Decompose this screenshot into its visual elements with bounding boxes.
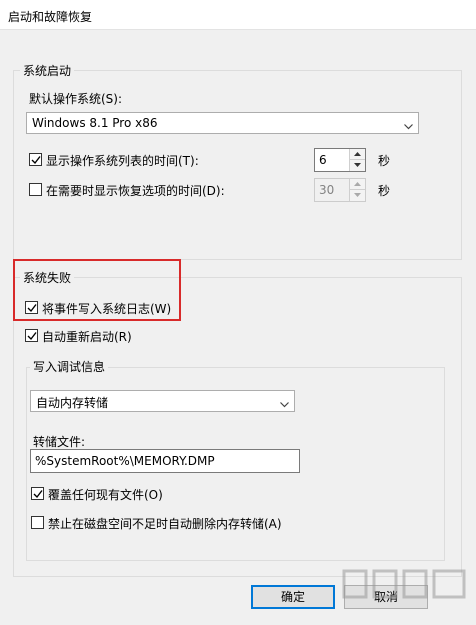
dump-type-value: 自动内存转储 xyxy=(36,396,109,410)
chevron-down-icon xyxy=(404,119,413,130)
show-recovery-value: 30 xyxy=(319,183,335,197)
overwrite-label: 覆盖任何现有文件(O) xyxy=(48,488,163,502)
dump-file-input[interactable]: %SystemRoot%\MEMORY.DMP xyxy=(30,449,300,473)
spin-up-button[interactable] xyxy=(350,149,365,160)
spin-up-button xyxy=(350,179,365,190)
chevron-down-icon xyxy=(280,397,289,408)
overwrite-checkbox-row[interactable]: 覆盖任何现有文件(O) xyxy=(31,486,191,502)
default-os-label: 默认操作系统(S): xyxy=(29,92,123,106)
auto-restart-checkbox[interactable] xyxy=(25,329,38,342)
dump-file-value: %SystemRoot%\MEMORY.DMP xyxy=(35,454,215,468)
watermark-logo xyxy=(340,565,470,623)
show-os-list-unit: 秒 xyxy=(378,154,391,168)
default-os-value: Windows 8.1 Pro x86 xyxy=(32,116,158,130)
show-os-list-checkbox[interactable] xyxy=(29,153,42,166)
title-bar: 启动和故障恢复 xyxy=(0,0,476,30)
disable-auto-delete-checkbox[interactable] xyxy=(31,516,44,529)
show-recovery-checkbox[interactable] xyxy=(29,183,42,196)
window-title: 启动和故障恢复 xyxy=(8,10,93,24)
show-recovery-label: 在需要时显示恢复选项的时间(D): xyxy=(46,184,225,198)
overwrite-checkbox[interactable] xyxy=(31,487,44,500)
disable-auto-delete-label: 禁止在磁盘空间不足时自动删除内存转储(A) xyxy=(48,517,282,531)
show-os-list-value[interactable]: 6 xyxy=(319,153,327,167)
dump-type-select[interactable]: 自动内存转储 xyxy=(30,390,295,412)
write-event-log-label: 将事件写入系统日志(W) xyxy=(42,302,172,316)
dialog-body: 系统启动 默认操作系统(S): Windows 8.1 Pro x86 显示操作… xyxy=(0,31,476,625)
show-os-list-checkbox-row[interactable]: 显示操作系统列表的时间(T): xyxy=(29,152,269,168)
spin-down-button[interactable] xyxy=(350,160,365,171)
show-os-list-label: 显示操作系统列表的时间(T): xyxy=(46,154,199,168)
auto-restart-checkbox-row[interactable]: 自动重新启动(R) xyxy=(25,328,175,344)
debug-info-legend: 写入调试信息 xyxy=(30,358,109,375)
auto-restart-label: 自动重新启动(R) xyxy=(42,330,132,344)
show-recovery-spinner: 30 xyxy=(314,178,366,202)
write-event-log-checkbox[interactable] xyxy=(25,301,38,314)
default-os-select[interactable]: Windows 8.1 Pro x86 xyxy=(26,112,419,134)
spin-down-button xyxy=(350,190,365,201)
dump-file-label: 转储文件: xyxy=(33,435,86,449)
system-startup-legend: 系统启动 xyxy=(20,62,75,79)
show-recovery-unit: 秒 xyxy=(378,184,391,198)
show-recovery-checkbox-row[interactable]: 在需要时显示恢复选项的时间(D): xyxy=(29,182,269,198)
write-event-log-checkbox-row[interactable]: 将事件写入系统日志(W) xyxy=(25,300,185,316)
ok-button[interactable]: 确定 xyxy=(251,585,335,609)
disable-auto-delete-checkbox-row[interactable]: 禁止在磁盘空间不足时自动删除内存转储(A) xyxy=(31,515,291,531)
show-os-list-spinner[interactable]: 6 xyxy=(314,148,366,172)
